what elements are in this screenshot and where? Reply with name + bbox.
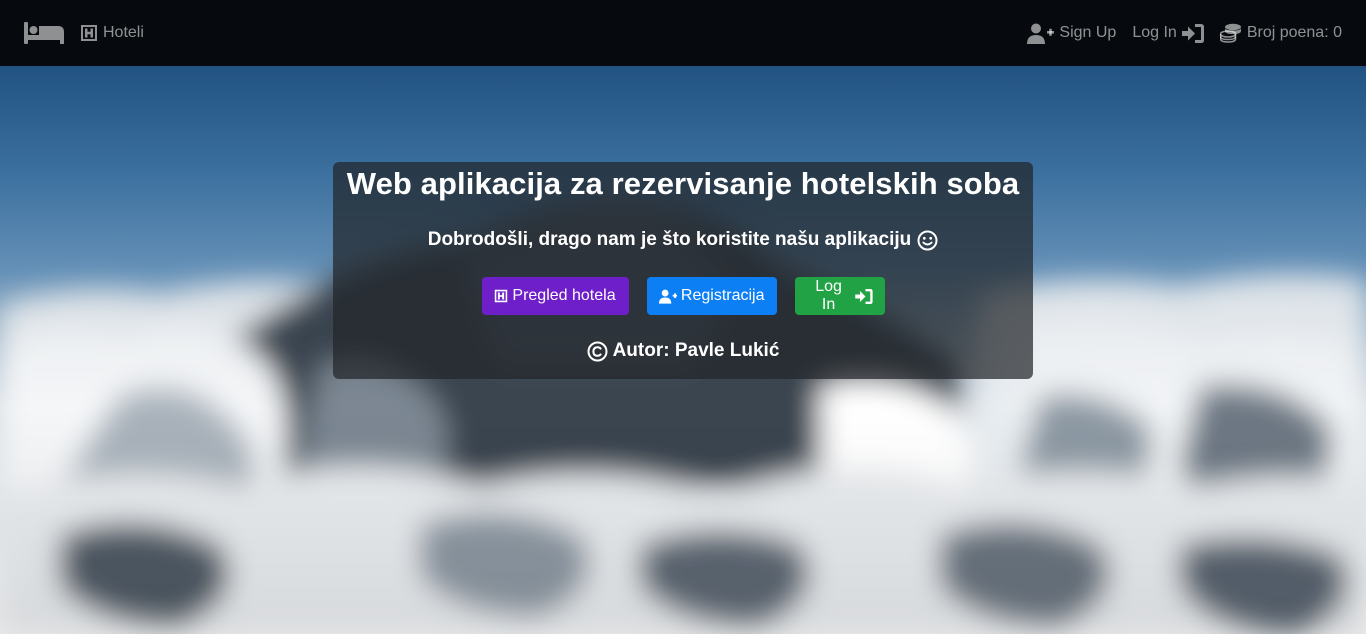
nav-points[interactable]: Broj poena: 0: [1219, 23, 1342, 43]
copyright-icon: [587, 341, 608, 361]
register-button[interactable]: Registracija: [646, 277, 777, 315]
welcome-card: Web aplikacija za rezervisanje hotelskih…: [333, 162, 1033, 379]
page-title: Web aplikacija za rezervisanje hotelskih…: [346, 166, 1020, 201]
nav-login-link[interactable]: Log In: [1132, 23, 1204, 43]
navbar: Hoteli Sign Up Log In Broj poena: 0: [0, 0, 1366, 66]
nav-signup-label: Sign Up: [1059, 24, 1117, 41]
navbar-right: Sign Up Log In Broj poena: 0: [1011, 23, 1342, 44]
nav-signup-link[interactable]: Sign Up: [1027, 23, 1116, 44]
login-label: Log In: [815, 278, 842, 313]
user-plus-icon: [658, 289, 677, 304]
author-credit: Autor: Pavle Lukić: [333, 340, 1033, 362]
bed-icon: [24, 22, 64, 44]
smile-icon: [917, 230, 938, 250]
welcome-message: Dobrodošli, drago nam je što koristite n…: [333, 229, 1033, 251]
nav-hotels-label: Hoteli: [103, 24, 144, 41]
brand-link[interactable]: [24, 21, 64, 45]
navbar-left: Hoteli: [24, 21, 144, 45]
hotel-h-icon: [81, 25, 97, 41]
action-buttons: Pregled hotela Registracija Log In: [333, 277, 1033, 315]
hotels-overview-button[interactable]: Pregled hotela: [481, 277, 629, 315]
sign-in-icon: [1181, 23, 1204, 43]
author-text: Autor: Pavle Lukić: [612, 340, 780, 361]
nav-login-label: Log In: [1132, 24, 1177, 41]
welcome-text: Dobrodošli, drago nam je što koristite n…: [427, 229, 912, 250]
hotels-overview-label: Pregled hotela: [512, 287, 616, 304]
nav-hotels-link[interactable]: Hoteli: [80, 24, 144, 42]
register-label: Registracija: [680, 287, 765, 304]
hotel-h-icon: [495, 289, 508, 303]
points-label: Broj poena: 0: [1246, 24, 1342, 41]
login-button[interactable]: Log In: [794, 277, 885, 315]
sign-in-icon: [854, 288, 873, 304]
user-plus-icon: [1027, 23, 1055, 44]
coins-icon: [1219, 23, 1241, 43]
